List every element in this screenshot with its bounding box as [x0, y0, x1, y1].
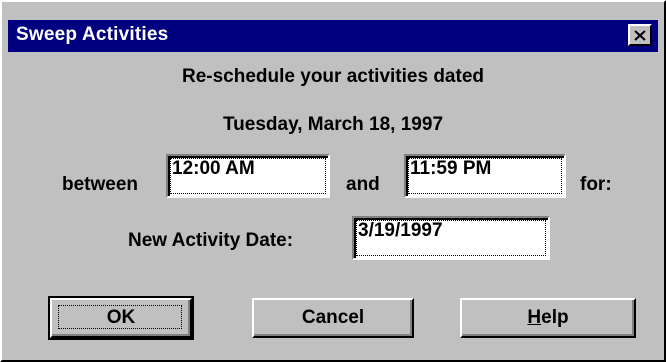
start-time-field[interactable]: 12:00 AM: [166, 154, 330, 198]
for-label: for:: [580, 174, 612, 195]
between-label: between: [62, 174, 139, 195]
reschedule-heading: Re-schedule your activities dated: [182, 66, 484, 87]
new-activity-date-value: 3/19/1997: [358, 220, 443, 241]
new-activity-date-field[interactable]: 3/19/1997: [352, 216, 550, 260]
help-button[interactable]: Help: [460, 298, 636, 338]
close-icon: [634, 29, 646, 41]
start-time-value: 12:00 AM: [172, 158, 255, 179]
activity-date-label: Tuesday, March 18, 1997: [222, 114, 444, 135]
cancel-button-label: Cancel: [301, 307, 365, 328]
ok-button[interactable]: OK: [48, 296, 194, 340]
end-time-field[interactable]: 11:59 PM: [404, 154, 566, 198]
cancel-button[interactable]: Cancel: [252, 298, 414, 338]
close-button[interactable]: [628, 24, 652, 46]
help-button-label: Help: [527, 307, 569, 328]
end-time-value: 11:59 PM: [410, 158, 492, 179]
new-activity-date-label: New Activity Date:: [128, 230, 294, 251]
title-bar[interactable]: Sweep Activities: [8, 20, 658, 52]
window-title: Sweep Activities: [16, 24, 169, 45]
and-label: and: [346, 174, 380, 195]
sweep-activities-dialog: Sweep Activities Re-schedule your activi…: [0, 0, 666, 362]
